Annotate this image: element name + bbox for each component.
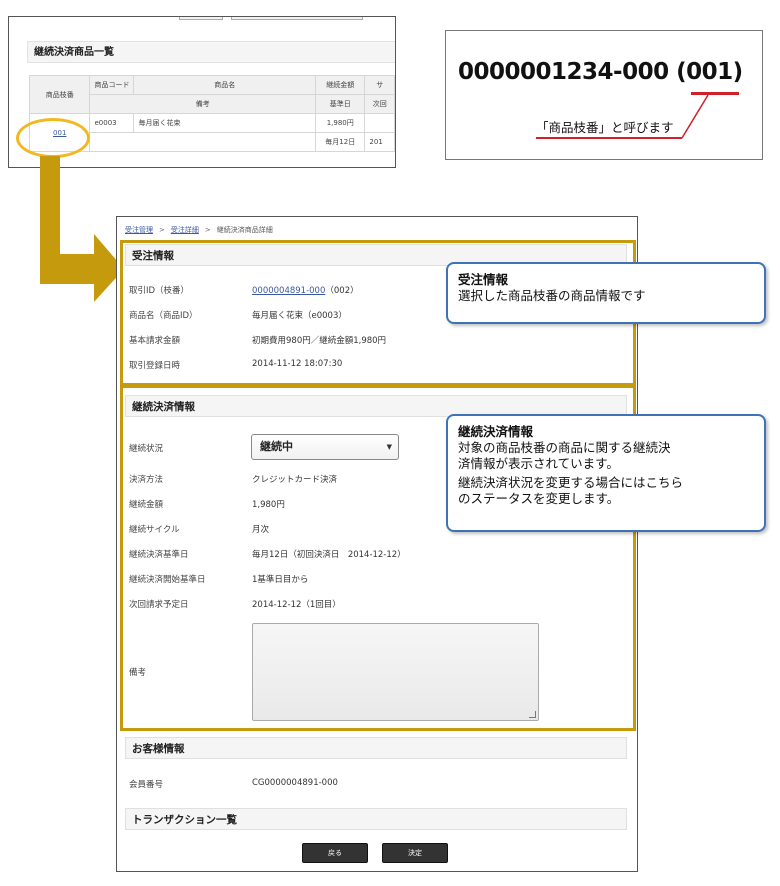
- member-number-label: 会員番号: [129, 780, 164, 790]
- snippet-section-title: 継続決済商品一覧: [27, 41, 395, 63]
- breadcrumb-separator: >: [204, 226, 211, 234]
- breadcrumb: 受注管理 > 受注詳細 > 継続決済商品詳細: [125, 225, 273, 235]
- continuous-callout-title: 継続決済情報: [458, 424, 534, 439]
- code-cell: e0003: [89, 113, 135, 133]
- name-cell: 毎月届く花束: [133, 113, 317, 133]
- gold-arrow-icon: [40, 156, 124, 302]
- header-branch: 商品枝番: [28, 75, 91, 114]
- header-code: 商品コード: [89, 75, 135, 95]
- caption-underline: [536, 137, 682, 139]
- breadcrumb-order-detail[interactable]: 受注詳細: [171, 226, 199, 234]
- order-info-callout: 受注情報 選択した商品枝番の商品情報です: [446, 262, 766, 324]
- customer-info-header: お客様情報: [125, 737, 627, 759]
- order-callout-body: 選択した商品枝番の商品情報です: [458, 288, 646, 303]
- confirm-button[interactable]: 決定: [382, 843, 448, 863]
- breadcrumb-separator: >: [159, 226, 165, 234]
- continuous-callout-line1: 対象の商品枝番の商品に関する継続決: [458, 440, 671, 455]
- breadcrumb-current: 継続決済商品詳細: [216, 226, 273, 234]
- header-remarks: 備考: [89, 94, 317, 114]
- remarks-cell: [89, 132, 317, 152]
- header-next2: 次回: [364, 94, 395, 114]
- base-day-cell: 毎月12日: [315, 132, 366, 152]
- next-cell-empty: [364, 113, 395, 133]
- header-name: 商品名: [133, 75, 317, 95]
- highlight-circle: [16, 118, 90, 158]
- header-base-day: 基準日: [315, 94, 366, 114]
- branch-number-explanation: 0000001234-000 (001) 「商品枝番」と呼びます: [445, 30, 763, 160]
- continuous-callout-line2: 済情報が表示されています。: [458, 456, 619, 471]
- leader-line-icon: [681, 94, 709, 139]
- back-button[interactable]: 戻る: [302, 843, 368, 863]
- amount-cell: 1,980円: [315, 113, 366, 133]
- next-cell: 201: [364, 132, 395, 152]
- order-callout-title: 受注情報: [458, 272, 509, 287]
- breadcrumb-order-management[interactable]: 受注管理: [125, 226, 153, 234]
- snippet-top-buttons: [9, 17, 395, 21]
- member-number-value: CG0000004891-000: [252, 778, 338, 788]
- continuous-callout-line4: のステータスを変更します。: [458, 491, 620, 506]
- header-amount: 継続金額: [315, 75, 366, 95]
- header-next: サ: [364, 75, 395, 95]
- continuous-callout-line3: 継続決済状況を変更する場合にはこちら: [458, 475, 684, 490]
- branch-caption: 「商品枝番」と呼びます: [536, 120, 674, 135]
- continuous-info-callout: 継続決済情報 対象の商品枝番の商品に関する継続決 済情報が表示されています。 継…: [446, 414, 766, 532]
- transaction-list-header: トランザクション一覧: [125, 808, 627, 830]
